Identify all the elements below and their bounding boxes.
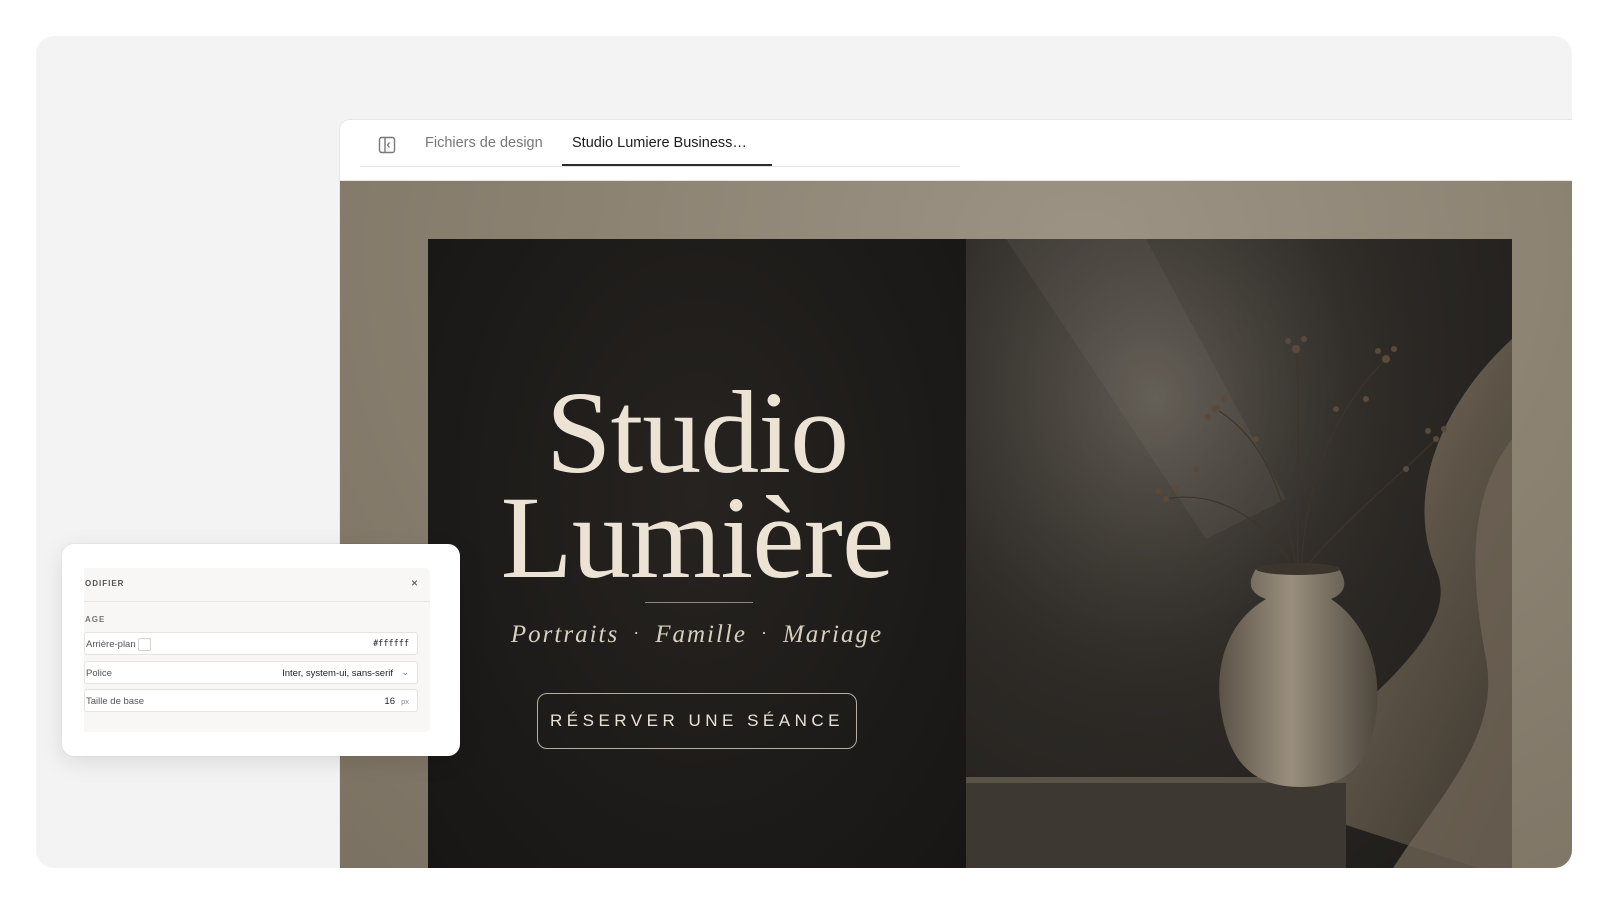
base-size-value[interactable]: 16 (384, 696, 395, 707)
panel-title: ODIFIER (85, 579, 125, 588)
tab-bar: Fichiers de design Studio Lumiere Busine… (340, 120, 1572, 181)
hero-title-line-2: Lumière (500, 472, 895, 603)
background-field[interactable]: Arrière-plan #ffffff (84, 632, 418, 655)
panel-body: ODIFIER × AGE Arrière-plan #ffffff Polic… (84, 568, 430, 732)
close-icon[interactable]: × (411, 576, 418, 590)
book-session-button[interactable]: RÉSERVER UNE SÉANCE (537, 693, 857, 749)
hero-tagline: Portraits · Famille · Mariage (428, 621, 966, 649)
section-label: AGE (85, 615, 106, 624)
hero-divider (645, 602, 753, 603)
edit-properties-panel: ODIFIER × AGE Arrière-plan #ffffff Polic… (62, 544, 460, 756)
hero-photo (966, 239, 1512, 868)
hero-text-panel: Studio Lumière Portraits · Famille · Mariage… (428, 239, 966, 868)
base-size-label: Taille de base (86, 696, 145, 707)
color-swatch[interactable] (138, 638, 151, 651)
background-value[interactable]: #ffffff (373, 639, 409, 649)
tagline-separator: · (633, 623, 642, 643)
sidebar-toggle-icon[interactable] (378, 136, 396, 154)
tab-design-files[interactable]: Fichiers de design (425, 120, 543, 166)
tagline-separator: · (760, 623, 769, 643)
chevron-down-icon[interactable]: ⌄ (401, 667, 409, 678)
base-size-field[interactable]: Taille de base 16 px (84, 689, 418, 712)
panel-header: ODIFIER × (84, 568, 430, 602)
tab-strip: Fichiers de design Studio Lumiere Busine… (360, 120, 960, 167)
font-select[interactable]: Police Inter, system-ui, sans-serif ⌄ (84, 661, 418, 684)
font-label: Police (86, 668, 112, 679)
tagline-portraits: Portraits (510, 621, 620, 648)
editor-window: Fichiers de design Studio Lumiere Busine… (340, 120, 1572, 868)
design-canvas: Studio Lumière Portraits · Famille · Mariage… (340, 181, 1572, 868)
font-value[interactable]: Inter, system-ui, sans-serif (282, 668, 393, 679)
tagline-mariage: Mariage (782, 621, 884, 648)
tagline-famille: Famille (655, 621, 747, 648)
tab-studio-lumiere[interactable]: Studio Lumiere Business… (562, 120, 772, 166)
background-label: Arrière-plan (86, 639, 136, 650)
vase-still-life-image (966, 239, 1512, 868)
base-size-unit: px (401, 697, 409, 706)
